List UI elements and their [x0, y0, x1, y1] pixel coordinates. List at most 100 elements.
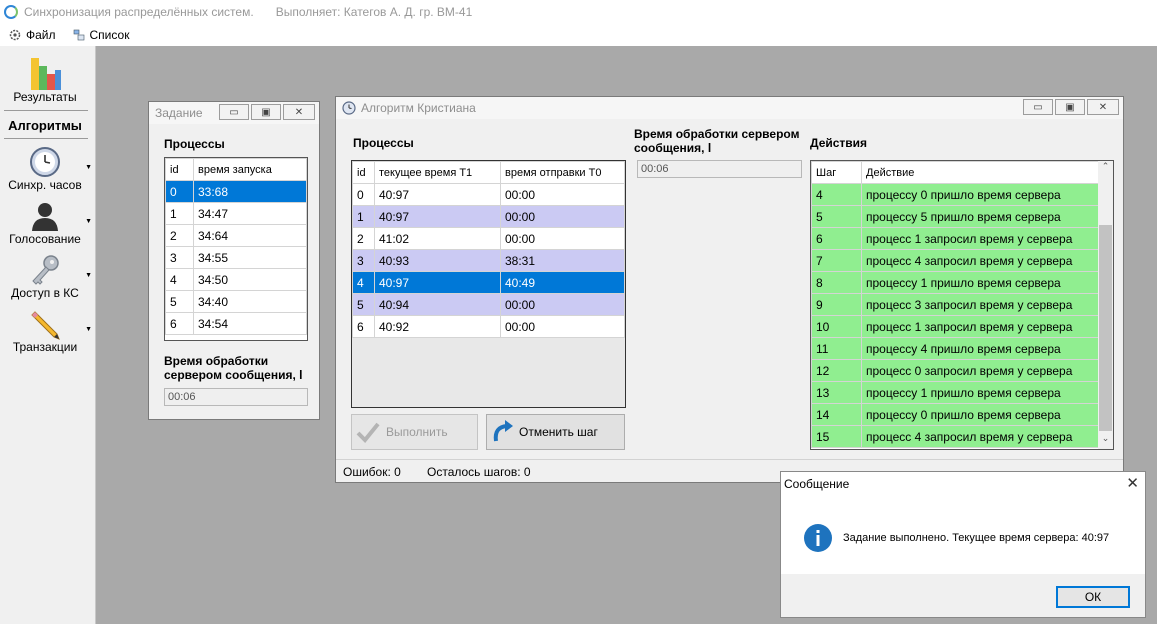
cell-start-time[interactable]: 34:47 [193, 202, 307, 225]
cristian-window-titlebar[interactable]: Алгоритм Кристиана [336, 97, 1123, 119]
column-header-id[interactable]: id [352, 161, 375, 184]
table-row[interactable]: 5 34:40 [165, 290, 307, 313]
table-row[interactable]: 1 40:97 00:00 [352, 205, 625, 228]
cell-action[interactable]: процессу 0 пришло время сервера [861, 183, 1099, 206]
cell-action[interactable]: процессу 1 пришло время сервера [861, 271, 1099, 294]
cell-step[interactable]: 13 [811, 381, 862, 404]
cell-action[interactable]: процессу 0 пришло время сервера [861, 403, 1099, 426]
cell-action[interactable]: процесс 4 запросил время у сервера [861, 425, 1099, 448]
actions-grid[interactable]: Шаг Действие 4 процессу 0 пришло время се… [810, 160, 1114, 450]
maximize-button[interactable]: ▣ [251, 104, 281, 120]
cell-step[interactable]: 11 [811, 337, 862, 360]
minimize-button[interactable]: ▭ [219, 104, 249, 120]
cell-step[interactable]: 9 [811, 293, 862, 316]
cell-current-time[interactable]: 40:97 [374, 183, 501, 206]
cell-action[interactable]: процесс 0 запросил время у сервера [861, 359, 1099, 382]
table-row[interactable]: 0 33:68 [165, 180, 307, 203]
cell-start-time[interactable]: 34:50 [193, 268, 307, 291]
cell-step[interactable]: 5 [811, 205, 862, 228]
cell-id[interactable]: 3 [165, 246, 194, 269]
cell-id[interactable]: 5 [352, 293, 375, 316]
maximize-button[interactable]: ▣ [1055, 99, 1085, 115]
cristian-processes-grid[interactable]: id текущее время T1 время отправки T0 04… [351, 160, 626, 408]
table-row[interactable]: 2 34:64 [165, 224, 307, 247]
table-row[interactable]: 1 34:47 [165, 202, 307, 225]
sidebar-item-transactions[interactable]: Транзакции ▼ [0, 308, 92, 354]
table-row[interactable]: 2 41:02 00:00 [352, 227, 625, 250]
ok-button[interactable]: ОК [1056, 586, 1130, 608]
cell-action[interactable]: процесс 1 запросил время у сервера [861, 227, 1099, 250]
table-row[interactable]: 3 34:55 [165, 246, 307, 269]
cell-send-time[interactable]: 00:00 [500, 183, 625, 206]
cell-id[interactable]: 1 [352, 205, 375, 228]
table-row[interactable]: 6 40:92 00:00 [352, 315, 625, 338]
cell-id[interactable]: 0 [352, 183, 375, 206]
results-button[interactable]: Результаты [0, 56, 90, 104]
table-row[interactable]: 4 процессу 0 пришло время сервера [811, 183, 1099, 206]
table-row[interactable]: 8 процессу 1 пришло время сервера [811, 271, 1099, 294]
cell-start-time[interactable]: 34:55 [193, 246, 307, 269]
cell-step[interactable]: 15 [811, 425, 862, 448]
table-row[interactable]: 14 процессу 0 пришло время сервера [811, 403, 1099, 426]
table-row[interactable]: 6 процесс 1 запросил время у сервера [811, 227, 1099, 250]
table-row[interactable]: 5 40:94 00:00 [352, 293, 625, 316]
cell-action[interactable]: процессу 5 пришло время сервера [861, 205, 1099, 228]
menu-file[interactable]: Файл [8, 28, 56, 42]
table-row[interactable]: 7 процесс 4 запросил время у сервера [811, 249, 1099, 272]
cell-step[interactable]: 4 [811, 183, 862, 206]
table-row[interactable]: 13 процессу 1 пришло время сервера [811, 381, 1099, 404]
actions-scrollbar[interactable]: ⌃ ⌄ [1098, 161, 1113, 449]
cell-send-time[interactable]: 00:00 [500, 205, 625, 228]
cell-action[interactable]: процесс 3 запросил время у сервера [861, 293, 1099, 316]
cell-id[interactable]: 6 [165, 312, 194, 335]
cell-step[interactable]: 7 [811, 249, 862, 272]
sidebar-item-clock-sync[interactable]: Синхр. часов ▼ [0, 146, 92, 192]
cell-send-time[interactable]: 40:49 [500, 271, 625, 294]
column-header-id[interactable]: id [165, 158, 194, 181]
scroll-down-icon[interactable]: ⌄ [1098, 433, 1113, 449]
close-button[interactable]: ✕ [1087, 99, 1119, 115]
column-header-start-time[interactable]: время запуска [193, 158, 307, 181]
column-header-current-time[interactable]: текущее время T1 [374, 161, 501, 184]
close-button[interactable]: ✕ [283, 104, 315, 120]
table-row[interactable]: 12 процесс 0 запросил время у сервера [811, 359, 1099, 382]
table-row[interactable]: 6 34:54 [165, 312, 307, 335]
cell-send-time[interactable]: 00:00 [500, 315, 625, 338]
cell-start-time[interactable]: 33:68 [193, 180, 307, 203]
cell-id[interactable]: 5 [165, 290, 194, 313]
sidebar-item-voting[interactable]: Голосование ▼ [0, 200, 92, 246]
table-row[interactable]: 5 процессу 5 пришло время сервера [811, 205, 1099, 228]
cell-action[interactable]: процесс 1 запросил время у сервера [861, 315, 1099, 338]
table-row[interactable]: 3 40:93 38:31 [352, 249, 625, 272]
table-row[interactable]: 15 процесс 4 запросил время у сервера [811, 425, 1099, 448]
table-row[interactable]: 11 процессу 4 пришло время сервера [811, 337, 1099, 360]
table-row[interactable]: 4 40:97 40:49 [352, 271, 625, 294]
cell-id[interactable]: 0 [165, 180, 194, 203]
scroll-thumb[interactable] [1099, 225, 1112, 431]
cell-start-time[interactable]: 34:40 [193, 290, 307, 313]
cell-id[interactable]: 3 [352, 249, 375, 272]
table-row[interactable]: 4 34:50 [165, 268, 307, 291]
cell-action[interactable]: процессу 1 пришло время сервера [861, 381, 1099, 404]
table-row[interactable]: 0 40:97 00:00 [352, 183, 625, 206]
cell-current-time[interactable]: 40:97 [374, 205, 501, 228]
cell-action[interactable]: процессу 4 пришло время сервера [861, 337, 1099, 360]
cell-current-time[interactable]: 41:02 [374, 227, 501, 250]
undo-step-button[interactable]: Отменить шаг [486, 414, 625, 450]
cell-step[interactable]: 10 [811, 315, 862, 338]
cell-step[interactable]: 14 [811, 403, 862, 426]
menu-list[interactable]: Список [72, 28, 129, 42]
cell-action[interactable]: процесс 4 запросил время у сервера [861, 249, 1099, 272]
cell-current-time[interactable]: 40:94 [374, 293, 501, 316]
cell-id[interactable]: 4 [165, 268, 194, 291]
cell-start-time[interactable]: 34:64 [193, 224, 307, 247]
cell-current-time[interactable]: 40:97 [374, 271, 501, 294]
cell-start-time[interactable]: 34:54 [193, 312, 307, 335]
scroll-up-icon[interactable]: ⌃ [1098, 161, 1113, 177]
cell-id[interactable]: 1 [165, 202, 194, 225]
cell-current-time[interactable]: 40:92 [374, 315, 501, 338]
sidebar-item-cs-access[interactable]: Доступ в КС ▼ [0, 254, 92, 300]
table-row[interactable]: 10 процесс 1 запросил время у сервера [811, 315, 1099, 338]
execute-button[interactable]: Выполнить [351, 414, 478, 450]
cell-send-time[interactable]: 00:00 [500, 293, 625, 316]
